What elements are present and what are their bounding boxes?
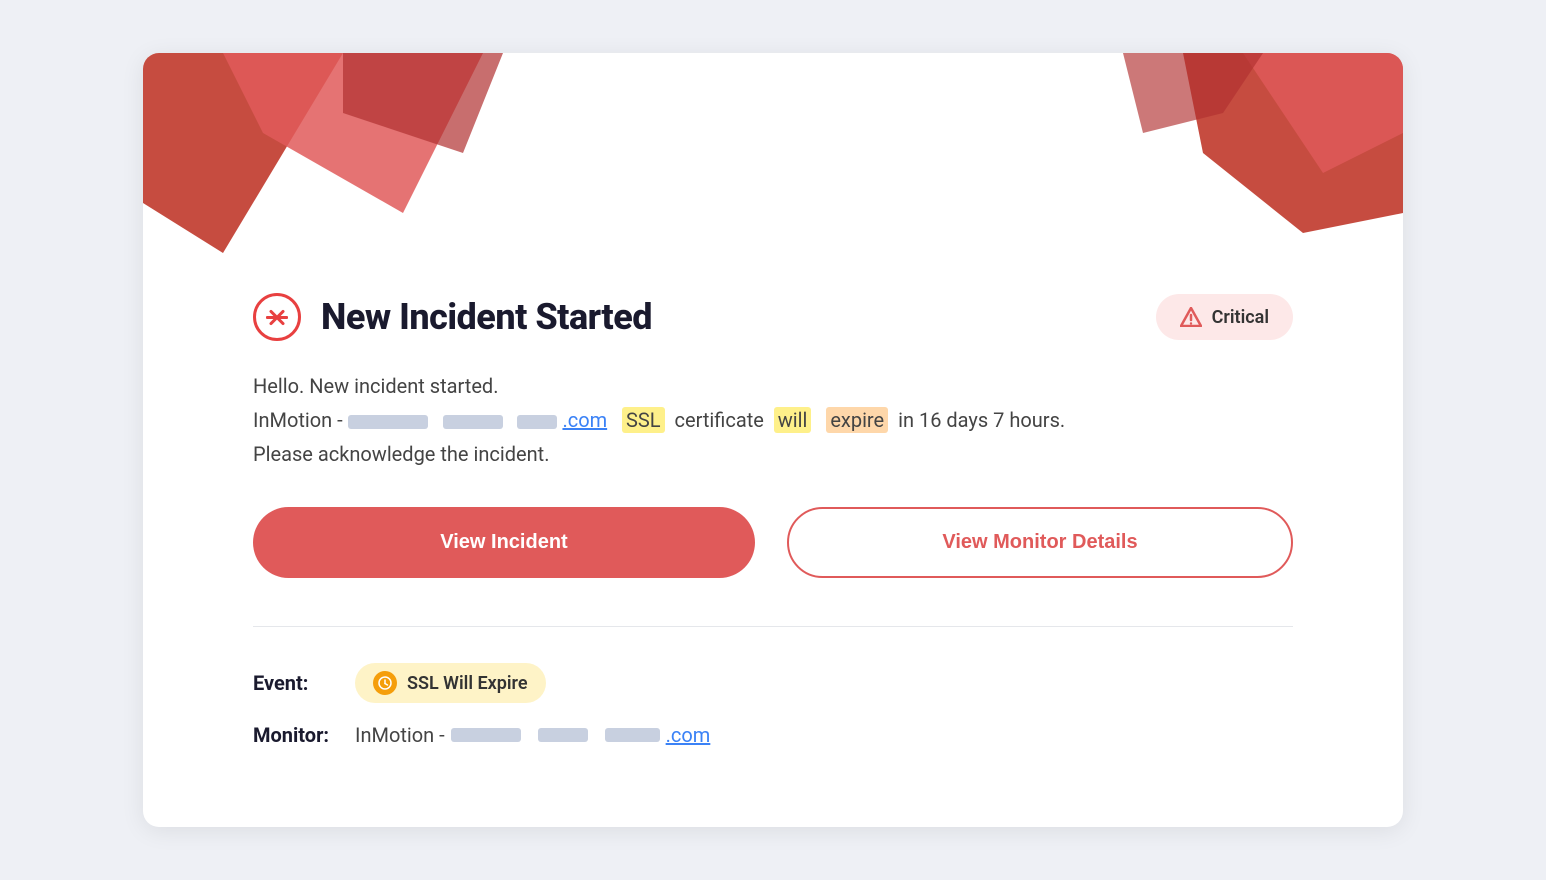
title-area: New Incident Started — [253, 293, 652, 341]
message-line-1: Hello. New incident started. — [253, 369, 1293, 403]
clock-icon — [373, 671, 397, 695]
card-body: New Incident Started Critical Hello. New… — [143, 53, 1403, 827]
incident-title: New Incident Started — [321, 296, 652, 338]
buttons-row: View Incident View Monitor Details — [253, 507, 1293, 578]
monitor-value: InMotion - .com — [355, 723, 710, 747]
expire-highlight: expire — [826, 407, 888, 433]
ssl-highlight: SSL — [622, 407, 665, 433]
suffix-text: in 16 days 7 hours. — [898, 408, 1065, 432]
event-badge-text: SSL Will Expire — [407, 673, 528, 694]
monitor-redacted-2 — [538, 728, 588, 742]
message-body: Hello. New incident started. InMotion - … — [253, 369, 1293, 471]
redacted-1 — [348, 415, 428, 429]
message-prefix: InMotion - — [253, 408, 348, 432]
redacted-2 — [443, 415, 503, 429]
monitor-redacted-1 — [451, 728, 521, 742]
view-incident-button[interactable]: View Incident — [253, 507, 755, 578]
warning-triangle-icon — [1180, 306, 1202, 328]
event-badge: SSL Will Expire — [355, 663, 546, 703]
monitor-domain-link[interactable]: .com — [666, 723, 711, 747]
message-line-3: Please acknowledge the incident. — [253, 437, 1293, 471]
event-label: Event: — [253, 671, 343, 695]
notification-card: New Incident Started Critical Hello. New… — [143, 53, 1403, 827]
header-row: New Incident Started Critical — [253, 293, 1293, 341]
section-divider — [253, 626, 1293, 627]
monitor-redacted-3 — [605, 728, 660, 742]
x-cross-shape — [266, 306, 288, 328]
monitor-row: Monitor: InMotion - .com — [253, 723, 1293, 747]
certificate-text: certificate — [675, 408, 764, 432]
critical-badge: Critical — [1156, 294, 1293, 340]
will-highlight: will — [774, 407, 812, 433]
incident-x-icon — [253, 293, 301, 341]
event-row: Event: SSL Will Expire — [253, 663, 1293, 703]
monitor-prefix: InMotion - — [355, 723, 445, 747]
critical-badge-label: Critical — [1212, 307, 1269, 328]
domain-link[interactable]: .com — [562, 408, 607, 432]
view-monitor-button[interactable]: View Monitor Details — [787, 507, 1293, 578]
message-line-2: InMotion - .com SSL certificate will exp… — [253, 403, 1293, 437]
monitor-label: Monitor: — [253, 723, 343, 747]
redacted-3 — [517, 415, 557, 429]
